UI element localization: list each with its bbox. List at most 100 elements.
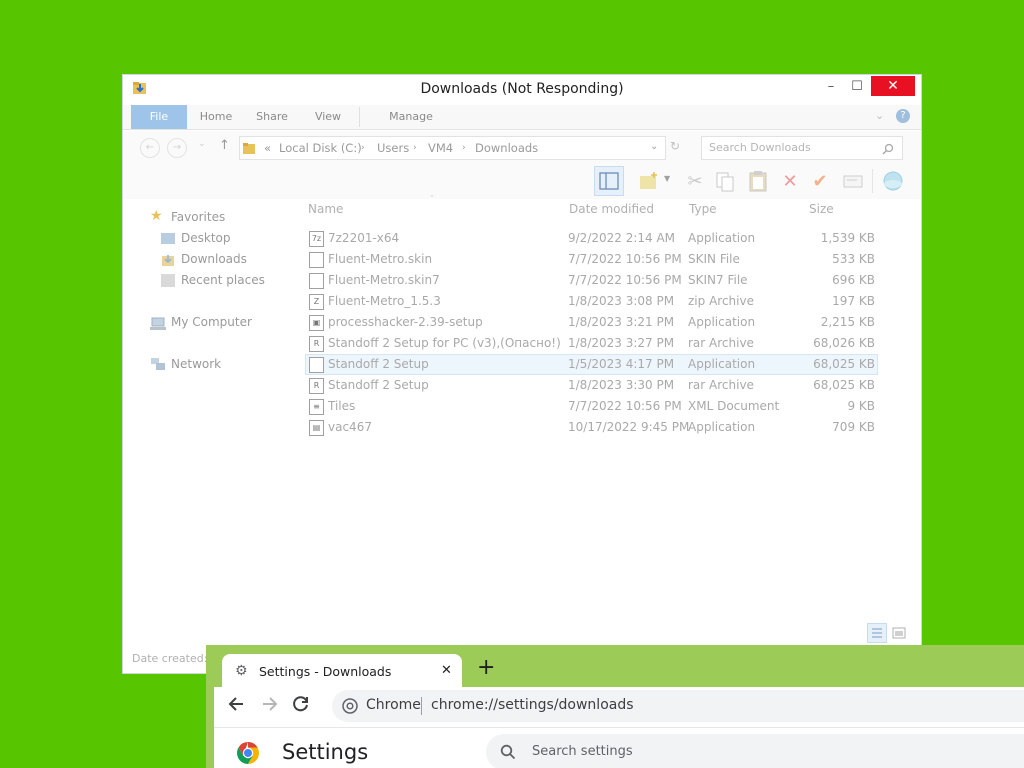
nav-desktop[interactable]: Desktop [181, 231, 231, 245]
file-type-icon: ≡ [309, 399, 324, 415]
nav-my-computer[interactable]: My Computer [171, 315, 252, 329]
address-bar[interactable]: « Local Disk (C:) › Users › VM4 › Downlo… [239, 136, 666, 160]
settings-header: Settings Search settings [214, 727, 1024, 768]
file-type: Application [688, 420, 756, 434]
file-row[interactable]: ▤ vac467 10/17/2022 9:45 PM Application … [305, 417, 878, 438]
address-dropdown-icon[interactable]: ⌄ [650, 141, 658, 152]
file-name: Fluent-Metro.skin7 [328, 273, 440, 287]
explorer-window: Downloads (Not Responding) – ☐ ✕ File Ho… [122, 74, 922, 674]
file-row[interactable]: Fluent-Metro.skin 7/7/2022 10:56 PM SKIN… [305, 249, 878, 270]
file-size: 2,215 KB [820, 315, 875, 329]
file-name: 7z2201-x64 [328, 231, 400, 245]
omnibox-divider [421, 697, 422, 715]
help-icon[interactable]: ? [896, 109, 910, 123]
ribbon-tabs: File Home Share View Manage ⌄ ? [123, 105, 921, 130]
large-icons-view-icon[interactable] [891, 625, 907, 641]
tab-share[interactable]: Share [249, 105, 295, 129]
file-row[interactable]: 7z 7z2201-x64 9/2/2022 2:14 AM Applicati… [305, 228, 878, 249]
new-tab-button[interactable]: + [477, 655, 495, 680]
forward-button[interactable]: → [167, 138, 187, 158]
chrome-site-icon [342, 698, 358, 714]
file-type-icon: ▣ [309, 315, 324, 331]
back-button[interactable]: ← [140, 138, 160, 158]
url-text[interactable]: chrome://settings/downloads [431, 697, 634, 713]
dropdown-arrow-icon[interactable]: ▼ [664, 174, 670, 183]
refresh-icon[interactable]: ↻ [670, 139, 680, 153]
breadcrumb-downloads[interactable]: Downloads [475, 141, 538, 155]
tab-manage[interactable]: Manage [381, 105, 441, 129]
chrome-logo-icon [236, 741, 260, 765]
window-title: Downloads (Not Responding) [420, 81, 624, 97]
omnibox[interactable]: Chrome chrome://settings/downloads [332, 690, 1024, 722]
back-arrow-icon[interactable] [227, 694, 247, 714]
maximize-button[interactable]: ☐ [844, 77, 870, 97]
nav-recent-places[interactable]: Recent places [181, 273, 265, 287]
file-date: 1/8/2023 3:08 PM [568, 294, 675, 308]
globe-icon[interactable] [880, 169, 906, 195]
properties-icon[interactable] [840, 169, 866, 195]
file-row-selected[interactable]: Standoff 2 Setup 1/5/2023 4:17 PM Applic… [305, 354, 878, 375]
file-row[interactable]: ▣ processhacker-2.39-setup 1/8/2023 3:21… [305, 312, 878, 333]
search-input[interactable]: Search Downloads [709, 141, 811, 154]
sort-indicator-icon: ⌃ [429, 194, 435, 202]
file-row[interactable]: Fluent-Metro.skin7 7/7/2022 10:56 PM SKI… [305, 270, 878, 291]
file-type: rar Archive [688, 336, 754, 350]
close-button[interactable]: ✕ [871, 76, 915, 96]
file-row[interactable]: R Standoff 2 Setup for PC (v3),(Опасно!)… [305, 333, 878, 354]
cut-icon[interactable]: ✂ [682, 169, 708, 195]
nav-network[interactable]: Network [171, 357, 221, 371]
recent-locations-icon[interactable]: ⌄ [198, 139, 206, 149]
forward-arrow-icon[interactable] [259, 694, 279, 714]
file-row[interactable]: ≡ Tiles 7/7/2022 10:56 PM XML Document 9… [305, 396, 878, 417]
chevron-right-icon: › [361, 143, 365, 153]
omnibox-site-label: Chrome [366, 697, 421, 713]
file-type: Application [688, 357, 756, 371]
tab-home[interactable]: Home [193, 105, 239, 129]
folder-icon [242, 140, 256, 154]
breadcrumb-users[interactable]: Users [377, 141, 409, 155]
browser-toolbar: Chrome chrome://settings/downloads [214, 687, 1024, 727]
ribbon-divider [359, 107, 360, 127]
downloads-folder-icon [161, 252, 175, 266]
rename-check-icon[interactable]: ✔ [807, 169, 833, 195]
file-type: zip Archive [688, 294, 754, 308]
file-date: 10/17/2022 9:45 PM [568, 420, 690, 434]
column-name[interactable]: Name [308, 202, 343, 216]
tab-close-icon[interactable]: ✕ [441, 663, 452, 678]
file-size: 533 KB [832, 252, 875, 266]
settings-search-input[interactable]: Search settings [532, 744, 633, 759]
copy-icon[interactable] [712, 169, 738, 195]
paste-icon[interactable] [745, 169, 771, 195]
ribbon-expand-icon[interactable]: ⌄ [875, 109, 884, 122]
file-row[interactable]: Z Fluent-Metro_1.5.3 1/8/2023 3:08 PM zi… [305, 291, 878, 312]
column-type[interactable]: Type [689, 202, 717, 216]
file-name: Tiles [328, 399, 356, 413]
reload-icon[interactable] [291, 694, 311, 714]
delete-icon[interactable]: ✕ [777, 169, 803, 195]
details-view-icon[interactable] [867, 623, 887, 643]
tab-file[interactable]: File [131, 105, 187, 129]
up-button[interactable]: ↑ [219, 138, 230, 153]
file-date: 1/8/2023 3:30 PM [568, 378, 675, 392]
breadcrumb-local-disk[interactable]: Local Disk (C:) [279, 141, 362, 155]
settings-search-box[interactable]: Search settings [486, 734, 1024, 768]
nav-favorites[interactable]: Favorites [171, 210, 225, 224]
search-icon[interactable] [882, 140, 894, 155]
minimize-button[interactable]: – [818, 77, 844, 97]
file-type-icon: Z [309, 294, 324, 310]
column-size[interactable]: Size [809, 202, 834, 216]
preview-pane-button[interactable] [594, 166, 624, 196]
title-bar[interactable]: Downloads (Not Responding) – ☐ ✕ [123, 75, 921, 105]
favorites-star-icon: ★ [150, 208, 163, 224]
tab-view[interactable]: View [305, 105, 351, 129]
new-folder-icon[interactable] [636, 169, 662, 195]
breadcrumb-vm4[interactable]: VM4 [428, 141, 453, 155]
file-row[interactable]: R Standoff 2 Setup 1/8/2023 3:30 PM rar … [305, 375, 878, 396]
column-date-modified[interactable]: Date modified [569, 202, 654, 216]
file-type-icon: 7z [309, 231, 324, 247]
chevron-right-icon: › [462, 143, 466, 153]
gear-icon: ⚙ [235, 663, 248, 679]
search-box[interactable]: Search Downloads [701, 136, 903, 160]
nav-downloads[interactable]: Downloads [181, 252, 247, 266]
file-date: 1/8/2023 3:27 PM [568, 336, 675, 350]
